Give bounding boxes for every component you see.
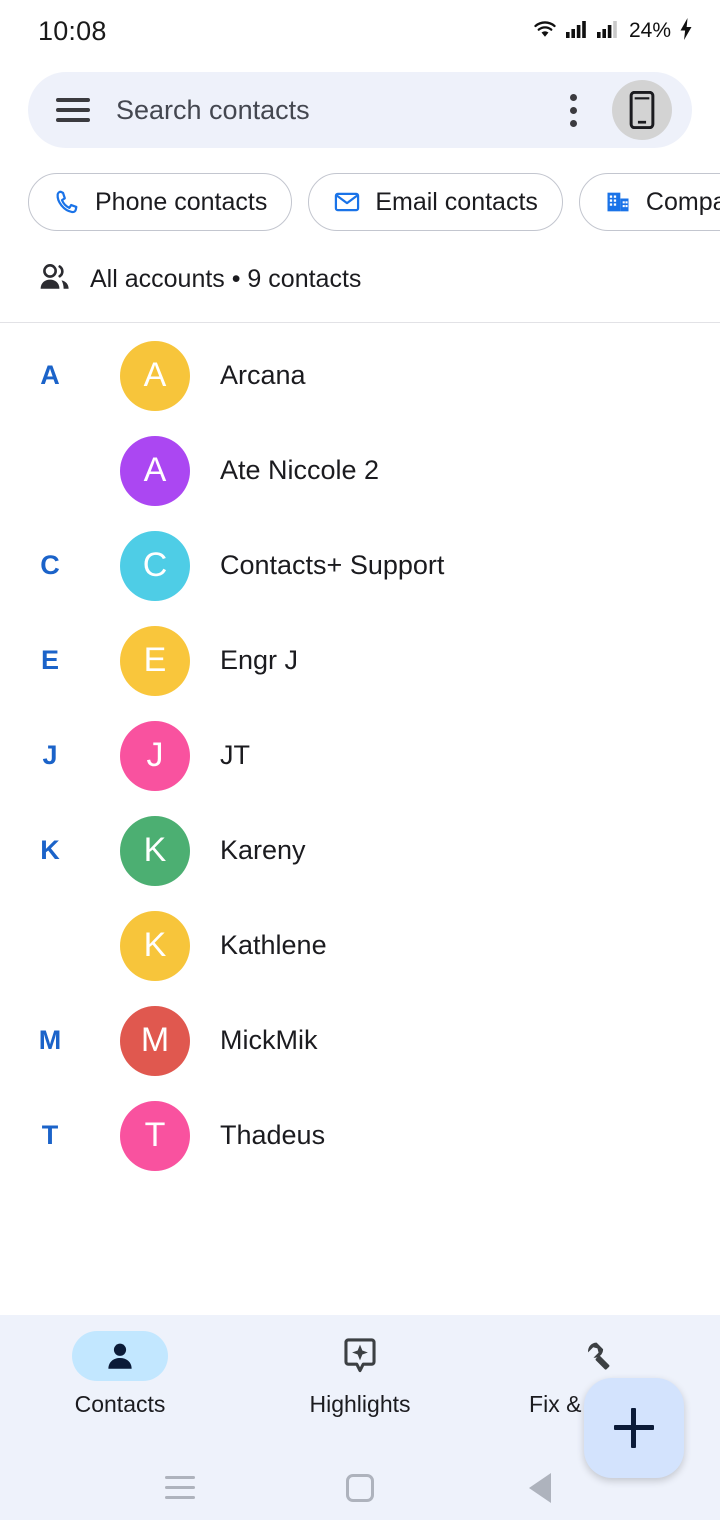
section-letter: A bbox=[40, 360, 60, 390]
nav-label-highlights: Highlights bbox=[309, 1391, 411, 1417]
battery-percent-label: 24% bbox=[628, 19, 671, 42]
person-icon[interactable] bbox=[72, 1331, 168, 1381]
account-summary-label: All accounts • 9 contacts bbox=[90, 264, 362, 293]
people-group-icon bbox=[38, 262, 72, 297]
chip-label: Email contacts bbox=[375, 187, 538, 216]
contact-row[interactable]: E E Engr J bbox=[0, 613, 720, 708]
contact-name: Kareny bbox=[220, 835, 306, 865]
signal-2-icon bbox=[596, 19, 620, 44]
plus-icon bbox=[614, 1408, 654, 1448]
status-time: 10:08 bbox=[38, 15, 107, 46]
chip-company[interactable]: Company bbox=[578, 173, 720, 231]
search-bar-container: Search contacts bbox=[0, 62, 720, 148]
chip-label: Phone contacts bbox=[95, 187, 268, 216]
signal-1-icon bbox=[565, 19, 589, 44]
section-letter: J bbox=[42, 740, 58, 770]
charging-bolt-icon bbox=[678, 17, 694, 45]
contact-row[interactable]: A Ate Niccole 2 bbox=[0, 423, 720, 518]
back-button[interactable] bbox=[505, 1466, 575, 1510]
section-letter: E bbox=[40, 645, 59, 675]
section-letter: M bbox=[38, 1025, 62, 1055]
section-letter: T bbox=[41, 1120, 59, 1150]
hamburger-menu-icon[interactable] bbox=[56, 98, 90, 122]
chip-email-contacts[interactable]: Email contacts bbox=[308, 173, 563, 231]
contact-name: JT bbox=[220, 740, 250, 770]
contact-name: Engr J bbox=[220, 645, 299, 675]
section-letter: C bbox=[40, 550, 60, 580]
search-bar[interactable]: Search contacts bbox=[28, 72, 692, 148]
nav-item-highlights[interactable]: Highlights bbox=[260, 1331, 460, 1418]
contact-avatar[interactable]: E bbox=[120, 625, 190, 696]
wifi-icon bbox=[532, 18, 558, 45]
phone-icon bbox=[53, 188, 81, 216]
search-input[interactable]: Search contacts bbox=[116, 95, 546, 126]
contact-avatar[interactable]: J bbox=[120, 720, 190, 791]
chip-phone-contacts[interactable]: Phone contacts bbox=[28, 173, 293, 231]
contact-avatar[interactable]: A bbox=[120, 435, 190, 506]
recent-apps-icon bbox=[165, 1476, 195, 1499]
contact-avatar[interactable]: M bbox=[120, 1005, 190, 1076]
status-icons: 24% bbox=[532, 17, 694, 45]
contact-row[interactable]: K K Kareny bbox=[0, 803, 720, 898]
chip-label: Company bbox=[645, 187, 720, 216]
section-letter: K bbox=[40, 835, 60, 865]
contact-avatar[interactable]: K bbox=[120, 815, 190, 886]
contact-name: MickMik bbox=[220, 1025, 318, 1055]
device-phone-icon[interactable] bbox=[612, 80, 672, 140]
sparkle-card-icon[interactable] bbox=[312, 1331, 408, 1381]
contact-row[interactable]: K Kathlene bbox=[0, 898, 720, 993]
home-button[interactable] bbox=[325, 1466, 395, 1510]
contact-avatar[interactable]: C bbox=[120, 530, 190, 601]
recent-apps-button[interactable] bbox=[145, 1466, 215, 1510]
contact-row[interactable]: M M MickMik bbox=[0, 993, 720, 1088]
kebab-menu-icon[interactable] bbox=[556, 93, 590, 127]
contact-row[interactable]: A A Arcana bbox=[0, 328, 720, 423]
contact-row[interactable]: C C Contacts+ Support bbox=[0, 518, 720, 613]
account-summary-row[interactable]: All accounts • 9 contacts bbox=[0, 234, 720, 322]
contact-avatar[interactable]: A bbox=[120, 340, 190, 411]
create-contact-fab[interactable] bbox=[584, 1378, 684, 1478]
wrench-icon[interactable] bbox=[552, 1331, 648, 1381]
contact-avatar[interactable]: K bbox=[120, 910, 190, 981]
home-icon bbox=[346, 1473, 374, 1502]
contact-name: Kathlene bbox=[220, 930, 327, 960]
contact-row[interactable]: J J JT bbox=[0, 708, 720, 803]
contact-name: Contacts+ Support bbox=[220, 550, 445, 580]
status-bar: 10:08 24% bbox=[0, 0, 720, 62]
nav-item-contacts[interactable]: Contacts bbox=[20, 1331, 220, 1418]
contacts-list: A A Arcana A Ate Niccole 2 C C Contacts+ Suppor… bbox=[0, 323, 720, 1315]
back-icon bbox=[529, 1472, 551, 1503]
contact-name: Ate Niccole 2 bbox=[220, 455, 380, 485]
contacts-app-screen: 10:08 24% Search contacts Phone contacts… bbox=[0, 0, 720, 1520]
contact-name: Thadeus bbox=[220, 1120, 326, 1150]
contact-row[interactable]: T T Thadeus bbox=[0, 1088, 720, 1183]
building-icon bbox=[604, 188, 632, 216]
contact-name: Arcana bbox=[220, 360, 306, 390]
filter-chip-row: Phone contacts Email contacts Compa bbox=[0, 148, 720, 234]
nav-label-contacts: Contacts bbox=[74, 1391, 166, 1417]
contact-avatar[interactable]: T bbox=[120, 1100, 190, 1171]
envelope-icon bbox=[333, 188, 361, 216]
